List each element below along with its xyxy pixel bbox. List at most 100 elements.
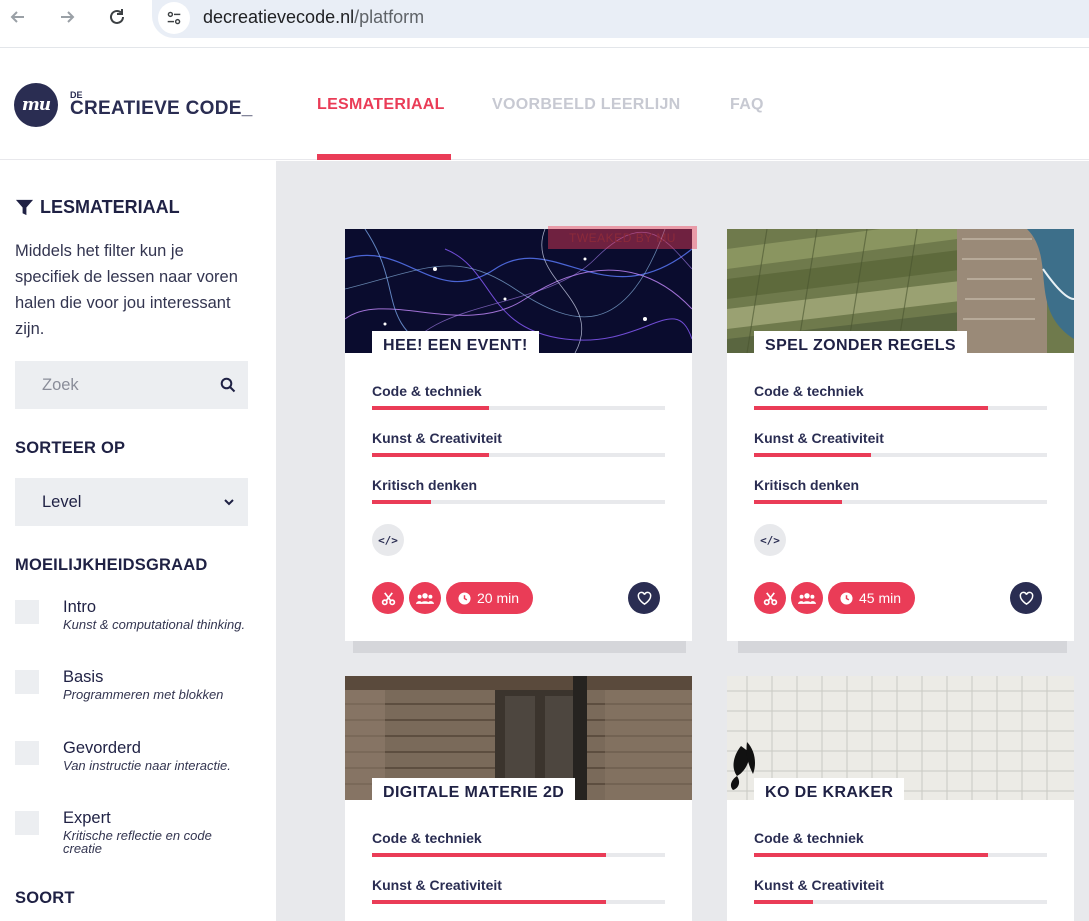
lesson-card[interactable]: SPEL ZONDER REGELS Code & techniek Kunst…	[727, 229, 1074, 641]
level-option-gevorderd[interactable]: Gevorderd Van instructie naar interactie…	[15, 739, 265, 799]
skill-fill	[754, 406, 989, 410]
level-option-expert[interactable]: Expert Kritische reflectie en code creat…	[15, 809, 265, 869]
card-title: SPEL ZONDER REGELS	[754, 331, 967, 359]
group-icon	[409, 582, 441, 614]
skill-label: Code & techniek	[754, 830, 864, 846]
duration-badge: 20 min	[446, 582, 534, 614]
tab-lesmateriaal[interactable]: LESMATERIAAL	[317, 96, 445, 114]
browser-toolbar: decreatievecode.nl/platform	[0, 0, 1089, 48]
scissors-icon	[754, 582, 786, 614]
skill-fill	[754, 500, 842, 504]
skill-fill	[754, 900, 813, 904]
level-description: Kritische reflectie en code creatie	[63, 828, 212, 856]
skill-fill	[372, 853, 607, 857]
skill-bar: Code & techniek	[754, 383, 1047, 410]
skill-bar: Kunst & Creativiteit	[754, 430, 1047, 457]
skill-label: Kunst & Creativiteit	[754, 877, 884, 893]
clock-icon	[840, 591, 853, 605]
checkbox[interactable]	[15, 811, 39, 835]
card-title: KO DE KRAKER	[754, 778, 905, 806]
duration-badge: 45 min	[828, 582, 916, 614]
skill-label: Code & techniek	[372, 383, 482, 399]
skill-fill	[372, 900, 607, 904]
skill-track	[372, 406, 665, 410]
url-path: /platform	[354, 7, 425, 27]
skill-label: Kritisch denken	[372, 477, 478, 493]
site-settings-icon[interactable]	[158, 2, 190, 34]
skill-fill	[372, 406, 490, 410]
skill-track	[754, 406, 1047, 410]
back-arrow-icon[interactable]	[5, 4, 31, 30]
level-option-intro[interactable]: Intro Kunst & computational thinking.	[15, 598, 265, 658]
skill-label: Kritisch denken	[754, 477, 860, 493]
skill-track	[754, 900, 1047, 904]
difficulty-heading: MOEILIJKHEIDSGRAAD	[15, 556, 208, 574]
tab-voorbeeld-leerlijn[interactable]: VOORBEELD LEERLIJN	[492, 96, 681, 114]
checkbox[interactable]	[15, 670, 39, 694]
checkbox[interactable]	[15, 741, 39, 765]
skill-bar: Kunst & Creativiteit	[754, 877, 1047, 904]
code-icon: </>	[372, 524, 404, 556]
forward-arrow-icon[interactable]	[54, 4, 80, 30]
level-name: Expert	[63, 809, 111, 827]
level-option-basis[interactable]: Basis Programmeren met blokken	[15, 668, 265, 728]
search-icon[interactable]	[220, 377, 236, 393]
skill-track	[372, 500, 665, 504]
lesson-grid: HEE! EEN EVENT! Code & techniek Kunst & …	[276, 161, 1089, 921]
filter-title-text: LESMATERIAAL	[40, 197, 180, 217]
logo-mark[interactable]: mu	[14, 83, 58, 127]
skill-bar: Kritisch denken	[754, 477, 1047, 504]
url-text[interactable]: decreatievecode.nl/platform	[203, 7, 424, 28]
search-field[interactable]	[15, 361, 248, 409]
skill-fill	[372, 453, 490, 457]
skill-fill	[372, 500, 431, 504]
sort-select[interactable]: Level	[15, 478, 248, 526]
skill-track	[754, 500, 1047, 504]
skill-label: Code & techniek	[754, 383, 864, 399]
tab-faq[interactable]: FAQ	[730, 96, 764, 114]
card-title: HEE! EEN EVENT!	[372, 331, 539, 359]
duration-text: 20 min	[477, 590, 520, 606]
favorite-heart-icon[interactable]	[628, 582, 660, 614]
level-description: Van instructie naar interactie.	[63, 758, 231, 773]
skill-bar: Kunst & Creativiteit	[372, 877, 665, 904]
card-shadow	[738, 641, 1067, 653]
skill-track	[754, 853, 1047, 857]
level-description: Kunst & computational thinking.	[63, 617, 246, 632]
filter-title: LESMATERIAAL	[15, 197, 180, 218]
card-title: DIGITALE MATERIE 2D	[372, 778, 576, 806]
skill-bar: Kunst & Creativiteit	[372, 430, 665, 457]
skill-label: Kunst & Creativiteit	[372, 877, 502, 893]
search-input[interactable]	[42, 375, 212, 395]
skill-track	[754, 453, 1047, 457]
skill-bar: Code & techniek	[372, 830, 665, 857]
lesson-card[interactable]: DIGITALE MATERIE 2D Code & techniek Kuns…	[345, 676, 692, 921]
skill-bar: Code & techniek	[372, 383, 665, 410]
chevron-down-icon	[224, 499, 234, 506]
filter-description: Middels het filter kun je specifiek de l…	[15, 242, 238, 338]
filter-icon	[15, 199, 34, 216]
skill-track	[372, 453, 665, 457]
url-domain: decreatievecode.nl	[203, 7, 355, 27]
logo-text[interactable]: CREATIEVE CODE_	[70, 98, 253, 120]
overlay-tag: TWEAKED BY MU	[548, 226, 697, 249]
lesson-card[interactable]: HEE! EEN EVENT! Code & techniek Kunst & …	[345, 229, 692, 641]
code-icon: </>	[754, 524, 786, 556]
lesson-card[interactable]: KO DE KRAKER Code & techniek Kunst & Cre…	[727, 676, 1074, 921]
duration-text: 45 min	[859, 590, 902, 606]
skill-label: Kunst & Creativiteit	[754, 430, 884, 446]
active-tab-indicator	[317, 154, 451, 160]
group-icon	[791, 582, 823, 614]
skill-bar: Code & techniek	[754, 830, 1047, 857]
checkbox[interactable]	[15, 600, 39, 624]
skill-bar: Kritisch denken	[372, 477, 665, 504]
skill-label: Kunst & Creativiteit	[372, 430, 502, 446]
reload-icon[interactable]	[104, 4, 130, 30]
favorite-heart-icon[interactable]	[1010, 582, 1042, 614]
type-heading: SOORT	[15, 889, 75, 907]
clock-icon	[458, 591, 471, 605]
level-name: Intro	[63, 598, 97, 616]
site-header: mu DE CREATIEVE CODE_ LESMATERIAAL VOORB…	[0, 48, 1089, 160]
filter-sidebar: LESMATERIAAL Middels het filter kun je s…	[0, 161, 276, 921]
level-name: Basis	[63, 668, 104, 686]
